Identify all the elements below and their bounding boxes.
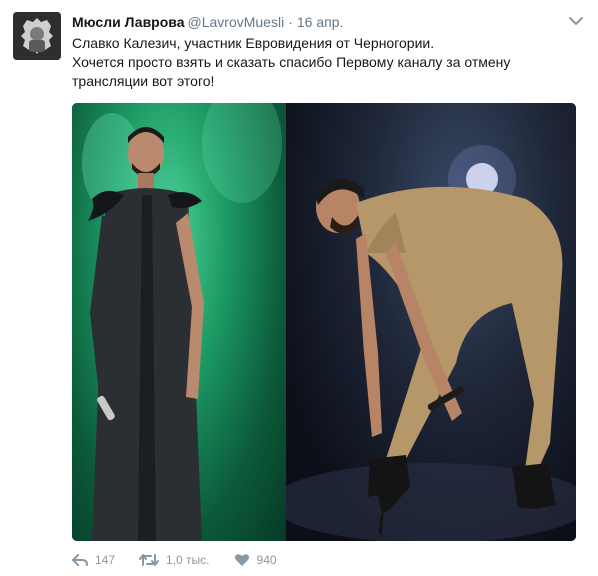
performer-right-figure xyxy=(271,145,576,541)
username[interactable]: @LavrovMuesli xyxy=(188,14,285,30)
like-button[interactable]: 940 xyxy=(234,553,277,567)
like-count: 940 xyxy=(256,553,277,567)
reply-icon xyxy=(72,554,88,566)
tweet-actions: 147 1,0 тыс. 940 xyxy=(72,550,301,570)
chevron-down-icon[interactable] xyxy=(568,15,584,27)
heart-icon xyxy=(234,554,249,566)
retweet-icon xyxy=(139,554,160,566)
tweet: Мюсли Лаврова @LavrovMuesli · 16 апр. Славк… xyxy=(0,0,598,576)
retweet-count: 1,0 тыс. xyxy=(166,553,210,567)
photo-right-panel xyxy=(271,103,576,541)
tweet-photo[interactable] xyxy=(72,103,576,541)
tweet-text-line: Славко Калезич, участник Евровидения от … xyxy=(72,35,435,51)
display-name[interactable]: Мюсли Лаврова xyxy=(72,14,185,30)
photo-left-panel xyxy=(72,103,286,541)
timestamp[interactable]: 16 апр. xyxy=(297,14,344,30)
reply-count: 147 xyxy=(95,553,116,567)
avatar-image xyxy=(13,12,61,60)
separator-dot: · xyxy=(288,14,293,30)
tweet-text: Славко Калезич, участник Евровидения от … xyxy=(72,34,572,91)
tweet-text-line: Хочется просто взять и сказать спасибо П… xyxy=(72,54,511,89)
retweet-button[interactable]: 1,0 тыс. xyxy=(139,553,210,567)
performer-left-figure xyxy=(82,103,282,541)
tweet-header: Мюсли Лаврова @LavrovMuesli · 16 апр. xyxy=(72,13,558,31)
avatar[interactable] xyxy=(13,12,61,60)
reply-button[interactable]: 147 xyxy=(72,553,115,567)
